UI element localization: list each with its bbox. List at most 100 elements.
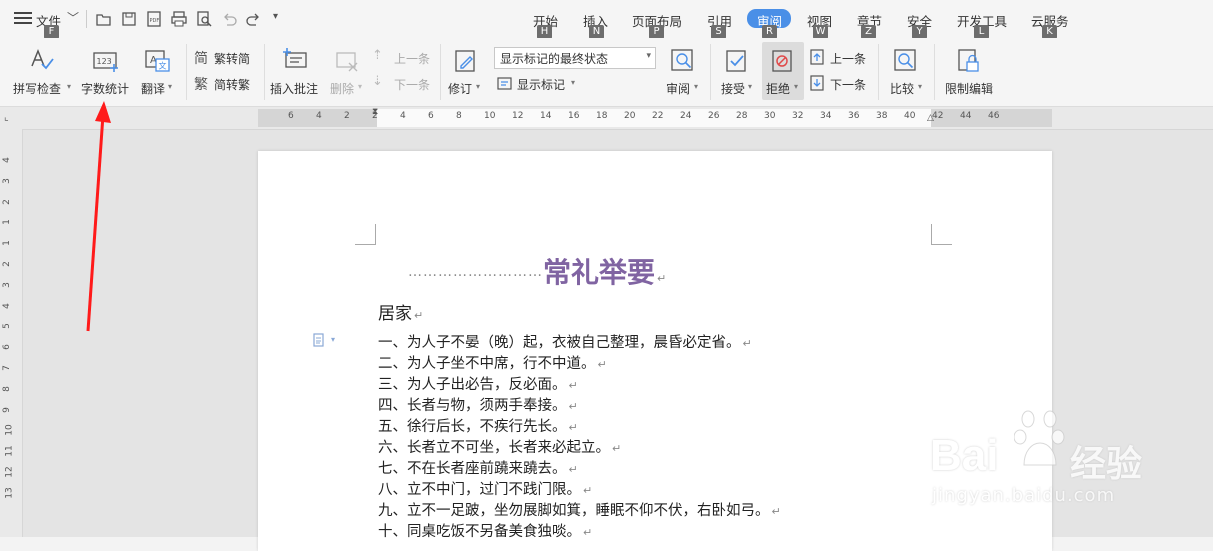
ruler-ticks: 4 3 2 1 1 2 3 4 5 6 7 8 9 10 11 12 13 [0,129,22,537]
print-preview-icon[interactable] [195,10,213,28]
show-markup-label: 显示标记 [517,78,566,92]
paragraph-mark-icon: ↵ [597,358,607,371]
markup-display-value: 显示标记的最终状态 [500,52,609,66]
accept-label: 接受 [721,82,746,96]
ruler-tick-label: 6 [428,111,434,121]
simp-to-trad-button[interactable]: 繁 简转繁 [194,74,256,94]
next-change-button[interactable]: 下一条 [810,74,872,94]
right-indent-marker-icon[interactable]: △ [927,113,934,123]
section-heading: 居家 ↵ [378,299,423,324]
paragraph-menu-icon[interactable] [312,333,326,347]
trad-to-simp-button[interactable]: 简 繁转简 [194,48,256,68]
translate-button[interactable]: A 文 翻译 ▾ [138,42,180,100]
document-line-text: 六、长者立不可坐，长者来必起立。 [378,440,610,456]
document-line-text: 四、长者与物，须两手奉接。 [378,398,567,414]
key-badge-security: Y [912,25,927,39]
compare-button[interactable]: 比较 ▾ [885,42,927,100]
document-line: 七、不在长者座前蹺来蹺去。 ↵ [378,457,578,478]
ruler-tick-label: 18 [596,111,608,121]
ruler-tick-label: 28 [736,111,748,121]
save-icon[interactable] [120,10,138,28]
pdf-icon[interactable]: PDF [145,10,163,28]
divider [86,10,87,28]
document-line: 一、为人子不晏（晚）起，衣被自己整理，晨昏必定省。 ↵ [378,331,752,352]
next-change-label: 下一条 [830,78,867,92]
previous-change-label: 上一条 [830,52,867,66]
markup-display-select[interactable]: 显示标记的最终状态 ▾ [494,47,656,69]
show-markup-button[interactable]: 显示标记 ▾ [497,74,587,94]
ruler-tick-label: 12 [4,466,15,478]
ruler-tick-label: 3 [1,281,12,288]
dropdown-caret-icon: ▾ [748,82,753,91]
paragraph-mark-icon: ↵ [414,309,424,322]
ruler-tick-label: 8 [456,111,462,121]
print-icon[interactable] [170,10,188,28]
redo-icon[interactable] [245,10,263,28]
word-count-button[interactable]: 123 字数统计 [78,42,134,100]
divider [440,44,441,100]
next-comment-button[interactable]: ⇣ 下一条 [372,74,434,94]
svg-text:PDF: PDF [150,18,160,24]
accept-changes-button[interactable]: 接受 ▾ [716,42,758,100]
previous-change-button[interactable]: 上一条 [810,48,872,68]
annotation-arrow-icon [86,101,111,332]
previous-change-icon [810,49,824,65]
compare-label: 比较 [890,82,915,96]
chevron-down-icon[interactable]: ﹀ [67,9,79,26]
review-pane-button[interactable]: 审阅 ▾ [662,42,704,100]
lock-icon [958,49,979,72]
key-badge-insert: N [589,25,604,39]
chevron-down-icon[interactable]: ▾ [331,335,335,344]
document-title-line: ………………………常礼举要 ↵ [408,251,666,291]
insert-comment-button[interactable]: 插入批注 [268,42,324,100]
undo-icon[interactable] [220,10,238,28]
accept-icon [726,50,746,72]
ruler-tick-label: 8 [1,385,12,392]
ruler-tick-label: 2 [1,198,12,205]
vertical-ruler[interactable]: 4 3 2 1 1 2 3 4 5 6 7 8 9 10 11 12 13 [0,129,23,537]
translate-label: 翻译 [141,82,166,96]
dropdown-caret-icon: ▾ [168,82,173,91]
review-pane-label: 审阅 [666,82,691,96]
delete-comment-button[interactable]: 删除 ▾ [328,42,368,100]
indent-marker-icon[interactable]: ⧗ [372,107,378,117]
menu-bar: 文件 ﹀ F PDF ▾ 开始 H 插入 N 页面布局 P 引用 S 审阅 R … [0,0,1213,39]
ruler-tick-label: 36 [848,111,860,121]
previous-comment-button[interactable]: ⇡ 上一条 [372,48,434,68]
ruler-tick-label: 12 [512,111,524,121]
dropdown-caret-icon: ▾ [476,82,481,91]
previous-comment-icon: ⇡ [372,48,383,63]
paragraph-mark-icon: ↵ [742,337,752,350]
key-badge-developer-tools: L [974,25,989,39]
paragraph-mark-icon: ↵ [568,463,578,476]
document-line: 二、为人子坐不中席，行不中道。 ↵ [378,352,607,373]
document-line: 三、为人子出必告，反必面。 ↵ [378,373,578,394]
dropdown-caret-icon: ▾ [67,82,72,91]
spellcheck-icon [31,48,54,70]
insert-comment-label: 插入批注 [270,82,319,96]
hamburger-icon[interactable] [14,10,32,26]
ruler-tick-label: 10 [4,424,15,437]
key-badge-page-layout: P [649,25,664,39]
reject-changes-button[interactable]: 拒绝 ▾ [762,42,804,100]
track-changes-icon [455,50,475,72]
document-line: 八、立不中门，过门不践门限。 ↵ [378,478,592,499]
spellcheck-button[interactable]: 拼写检查 ▾ [8,42,74,100]
document-line: 九、立不一足跛，坐勿展脚如箕，睡眠不仰不伏，右卧如弓。 ↵ [378,499,781,520]
word-count-icon: 123 [93,52,118,72]
dropdown-caret-icon: ▾ [358,82,363,91]
watermark-brand: Bai [930,431,999,480]
restrict-editing-button[interactable]: 限制编辑 [940,42,998,100]
document-line-text: 九、立不一足跛，坐勿展脚如箕，睡眠不仰不伏，右卧如弓。 [378,503,770,519]
chevron-down-icon: ▾ [646,51,651,61]
ruler-tick-label: 38 [876,111,888,121]
horizontal-ruler[interactable]: ⌞ 6 4 2 2 4 6 8 10 12 14 16 18 20 22 24 26 28 30 32 34 36 38 4… [0,107,1213,130]
track-changes-button[interactable]: 修订 ▾ [446,42,486,100]
track-changes-label: 修订 [448,82,473,96]
customize-quick-access-icon[interactable]: ▾ [273,11,278,22]
delete-comment-icon [336,52,358,72]
paragraph-mark-icon: ↵ [568,400,578,413]
key-badge-references: S [711,25,726,39]
show-markup-icon [497,77,512,90]
open-folder-icon[interactable] [95,10,113,28]
